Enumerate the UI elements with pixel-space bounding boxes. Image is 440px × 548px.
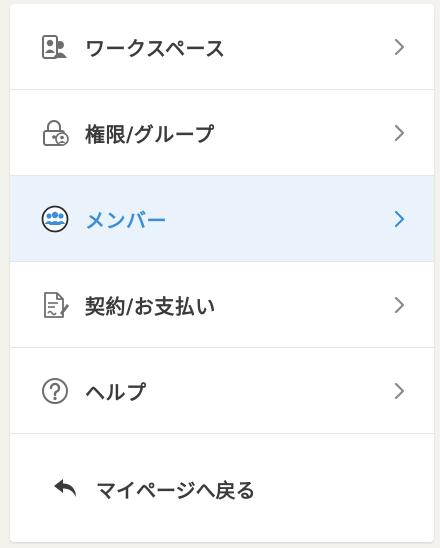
menu-item-workspace[interactable]: ワークスペース xyxy=(10,4,434,90)
menu-item-label: 権限/グループ xyxy=(85,122,215,146)
menu-item-contract-payment[interactable]: 契約/お支払い xyxy=(10,262,434,348)
back-to-mypage-link[interactable]: マイページへ戻る xyxy=(10,436,434,542)
member-group-icon xyxy=(41,205,69,233)
chevron-right-icon xyxy=(394,382,405,399)
chevron-right-icon xyxy=(394,124,405,141)
chevron-right-icon xyxy=(394,296,405,313)
lock-user-icon xyxy=(41,119,69,147)
back-to-mypage-label: マイページへ戻る xyxy=(96,478,256,503)
menu-item-label: ワークスペース xyxy=(85,36,226,60)
chevron-right-icon xyxy=(394,38,405,55)
menu-item-label: ヘルプ xyxy=(85,380,147,404)
menu-item-permissions-group[interactable]: 権限/グループ xyxy=(10,90,434,176)
menu-item-help[interactable]: ヘルプ xyxy=(10,348,434,434)
settings-menu-card: ワークスペース 権限/グループ メンバー 契約/お支払い ヘルプ マイページへ戻… xyxy=(10,4,434,542)
menu-item-members[interactable]: メンバー xyxy=(10,176,434,262)
contract-document-icon xyxy=(41,291,69,319)
back-arrow-icon xyxy=(54,479,76,497)
menu-item-label: メンバー xyxy=(85,208,167,232)
users-icon xyxy=(41,33,69,61)
help-circle-icon xyxy=(41,377,69,405)
menu-item-label: 契約/お支払い xyxy=(85,294,216,318)
chevron-right-icon xyxy=(394,210,405,227)
